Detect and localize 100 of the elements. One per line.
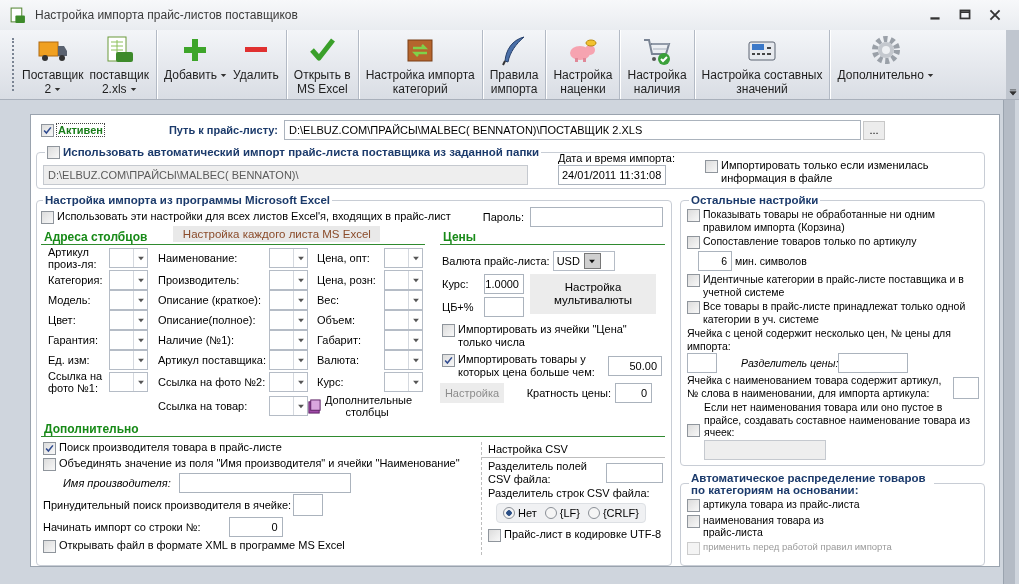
radio-button[interactable] bbox=[587, 507, 600, 519]
toolbar-button[interactable]: Настройка импорта категорий bbox=[357, 30, 478, 99]
dropdown-field[interactable] bbox=[109, 270, 148, 290]
scrollbar[interactable] bbox=[1003, 100, 1015, 584]
input-field[interactable] bbox=[178, 473, 351, 493]
checkbox[interactable] bbox=[43, 442, 56, 455]
radio-label: Нет bbox=[518, 507, 537, 519]
checkbox[interactable] bbox=[687, 498, 700, 512]
dropdown-field[interactable]: USD bbox=[552, 251, 615, 271]
input-field[interactable] bbox=[530, 207, 663, 227]
caret-icon bbox=[411, 337, 420, 343]
dropdown-field[interactable] bbox=[384, 350, 423, 370]
toolbar-button[interactable]: Настройка наценки bbox=[545, 30, 616, 99]
sheet-settings-button[interactable]: Настройка каждого листа MS Excel bbox=[173, 226, 381, 242]
checkbox-label: Поиск производителя товара в прайс-листе bbox=[59, 441, 282, 454]
field-label: Пароль: bbox=[482, 210, 524, 224]
input-field[interactable]: 0 bbox=[615, 383, 652, 403]
input-field[interactable] bbox=[293, 494, 324, 516]
input-field[interactable]: 50.00 bbox=[608, 356, 662, 376]
input-field[interactable] bbox=[838, 353, 909, 373]
checkbox[interactable] bbox=[687, 236, 700, 249]
dropdown-field[interactable] bbox=[109, 350, 148, 370]
input-field[interactable] bbox=[606, 463, 663, 483]
browse-button[interactable]: ... bbox=[863, 120, 885, 140]
dropdown-field[interactable] bbox=[109, 290, 148, 310]
dropdown-field[interactable] bbox=[109, 372, 148, 392]
toolbar-button[interactable]: поставщик 2.xls bbox=[86, 30, 152, 99]
dropdown-field[interactable] bbox=[109, 310, 148, 330]
dropdown-field[interactable] bbox=[384, 310, 423, 330]
dropdown-field[interactable] bbox=[269, 270, 308, 290]
input-field[interactable]: D:\ELBUZ.COM\ПРАЙСЫ\MALBEC( BENNATON)\ПОСТАВЩИК 2.XLS bbox=[284, 120, 861, 140]
input-field[interactable] bbox=[484, 297, 524, 317]
radio-button[interactable] bbox=[544, 507, 557, 519]
dropdown-field[interactable] bbox=[269, 372, 308, 392]
field-label: Гарантия: bbox=[48, 333, 99, 348]
dropdown-field[interactable] bbox=[109, 330, 148, 350]
checkbox[interactable] bbox=[442, 324, 455, 337]
field-label: Наличие (№1): bbox=[157, 333, 235, 348]
dropdown-field[interactable] bbox=[269, 290, 308, 310]
dropdown-field[interactable] bbox=[269, 350, 308, 370]
checkbox[interactable] bbox=[687, 274, 700, 287]
checkbox-label: Импортировать только если изменилась информация в файле bbox=[721, 159, 930, 185]
field-label: Ссылка на фото №2: bbox=[157, 375, 267, 390]
maximize-icon[interactable] bbox=[957, 8, 973, 22]
section-heading: Цены bbox=[442, 230, 477, 244]
extra-columns-button[interactable]: Дополнительные столбцы bbox=[307, 394, 423, 418]
checkbox[interactable] bbox=[687, 301, 700, 314]
caret-icon bbox=[411, 379, 420, 385]
dropdown-field[interactable] bbox=[384, 248, 423, 268]
dropdown-field[interactable] bbox=[384, 270, 423, 290]
checkbox[interactable] bbox=[687, 424, 700, 438]
checkbox[interactable] bbox=[488, 529, 501, 542]
checkbox[interactable] bbox=[687, 514, 700, 528]
toolbar-button[interactable]: Настройка наличия bbox=[619, 30, 690, 99]
checkbox[interactable] bbox=[41, 124, 54, 137]
caret-icon bbox=[296, 403, 305, 409]
checkbox-label: Использовать эти настройки для всех листов Excel'я, входящих в прайс-лист bbox=[57, 210, 451, 223]
multicurrency-button[interactable]: Настройка мультивалюты bbox=[530, 274, 656, 314]
input-field[interactable]: 24/01/2011 11:31:08 bbox=[558, 165, 666, 185]
dropdown-field[interactable] bbox=[109, 248, 148, 268]
grip-handle[interactable] bbox=[12, 38, 15, 91]
checkbox[interactable] bbox=[43, 540, 56, 553]
gear-icon bbox=[869, 34, 902, 66]
input-field[interactable] bbox=[953, 377, 979, 399]
input-field[interactable] bbox=[687, 353, 717, 373]
dropdown-field[interactable] bbox=[269, 248, 308, 268]
checkbox[interactable] bbox=[705, 160, 718, 173]
toolbar-button[interactable]: Открыть в MS Excel bbox=[285, 30, 354, 99]
field-label: Ячейка с ценой содержит несколько цен, № цены для импорта: bbox=[687, 327, 952, 352]
toolbar-button[interactable]: Удалить bbox=[230, 30, 282, 99]
dropdown-field[interactable] bbox=[269, 310, 308, 330]
checkbox[interactable] bbox=[47, 146, 60, 159]
input-field[interactable]: 1.0000 bbox=[484, 274, 524, 294]
caret-icon bbox=[296, 379, 305, 385]
checkbox[interactable] bbox=[41, 211, 54, 224]
dropdown-field[interactable] bbox=[384, 372, 423, 392]
field-label: Валюта: bbox=[316, 353, 360, 368]
checkbox[interactable] bbox=[442, 354, 455, 367]
toolbar-button[interactable]: Добавить bbox=[155, 30, 230, 99]
toolbar-button[interactable]: Дополнительно bbox=[829, 30, 937, 99]
dropdown-field[interactable] bbox=[384, 290, 423, 310]
checkbox[interactable] bbox=[43, 458, 56, 471]
input-field[interactable]: 0 bbox=[228, 517, 283, 537]
radio-button[interactable] bbox=[503, 507, 515, 519]
close-icon[interactable] bbox=[987, 8, 1003, 22]
toolbar-button[interactable]: Поставщик 2 bbox=[19, 30, 87, 99]
field-label: Курс: bbox=[442, 277, 470, 291]
toolbar-button[interactable]: Правила импорта bbox=[481, 30, 542, 99]
caret-icon bbox=[926, 73, 934, 79]
field-label: Описание (краткое): bbox=[157, 293, 263, 308]
input-field[interactable]: 6 bbox=[698, 251, 732, 271]
toolbar-button[interactable]: Настройка составных значений bbox=[693, 30, 826, 99]
caret-icon bbox=[54, 87, 62, 93]
overflow-button[interactable] bbox=[1006, 30, 1019, 99]
dropdown-field[interactable] bbox=[384, 330, 423, 350]
field-label: Кратность цены: bbox=[526, 386, 611, 400]
checkbox[interactable] bbox=[687, 209, 700, 222]
checkbox-label: применить перед работой правил импорта bbox=[703, 540, 892, 553]
dropdown-field[interactable] bbox=[269, 396, 308, 416]
dropdown-field[interactable] bbox=[269, 330, 308, 350]
